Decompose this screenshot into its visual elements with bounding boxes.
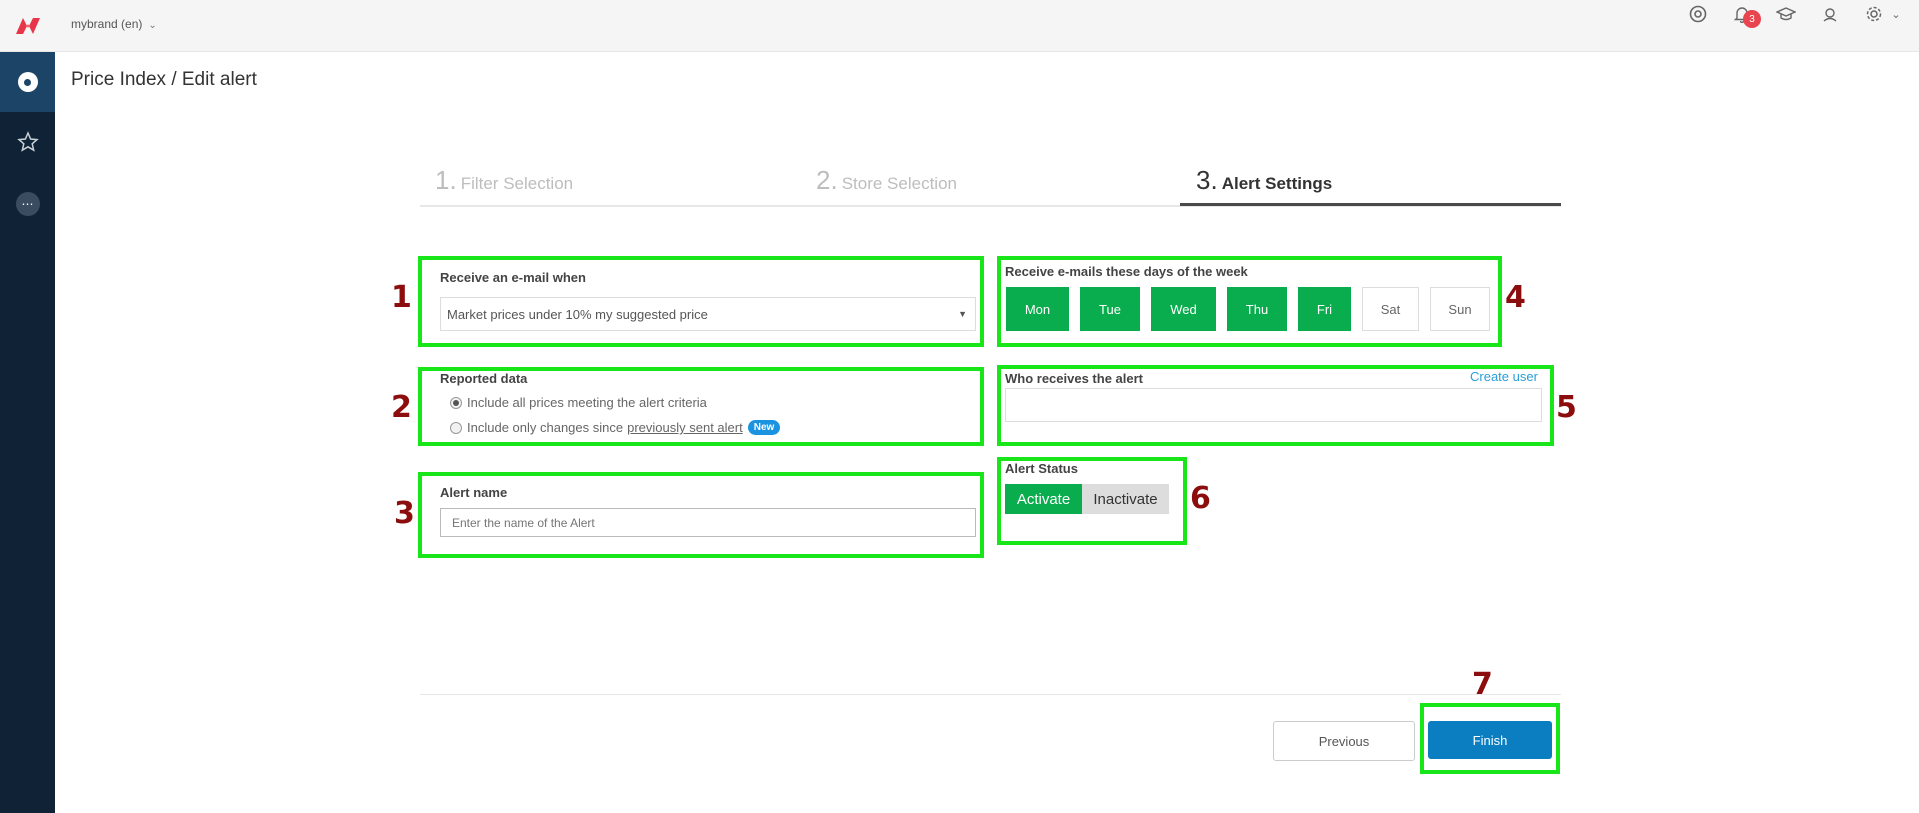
top-bar: mybrand (en) ⌄ 3 ⌄ (0, 0, 1919, 52)
dropdown-arrow-icon: ▼ (958, 309, 967, 319)
recipients-input[interactable] (1005, 388, 1542, 422)
annotation-marker-2: 2 (391, 390, 412, 425)
alert-name-label: Alert name (440, 485, 508, 500)
step-number: 2. (816, 165, 838, 195)
chrome-icon[interactable] (1684, 0, 1712, 28)
new-badge: New (747, 420, 781, 435)
finish-button[interactable]: Finish (1428, 721, 1552, 759)
email-trigger-select[interactable]: Market prices under 10% my suggested pri… (440, 297, 976, 331)
brand-logo[interactable] (14, 14, 42, 36)
more-dots-icon: ⋯ (15, 192, 40, 216)
sidebar-item-more[interactable]: ⋯ (0, 174, 55, 234)
annotation-marker-3: 3 (394, 496, 415, 531)
alert-name-input[interactable] (440, 508, 976, 537)
footer-divider (420, 694, 1561, 695)
email-trigger-value: Market prices under 10% my suggested pri… (447, 307, 708, 322)
previous-button[interactable]: Previous (1273, 721, 1415, 761)
previously-sent-alert-link[interactable]: previously sent alert (627, 420, 743, 435)
recipients-label: Who receives the alert (1005, 371, 1143, 386)
step-number: 1. (435, 165, 457, 195)
notification-badge: 3 (1743, 10, 1761, 28)
alert-status-label: Alert Status (1005, 461, 1078, 476)
days-label: Receive e-mails these days of the week (1005, 264, 1248, 279)
sidebar-item-dashboard[interactable] (0, 52, 55, 112)
day-tue-button[interactable]: Tue (1080, 287, 1140, 331)
sidebar: ⋯ (0, 52, 55, 813)
activate-button[interactable]: Activate (1005, 484, 1082, 514)
create-user-link[interactable]: Create user (1470, 369, 1538, 384)
day-thu-button[interactable]: Thu (1227, 287, 1287, 331)
target-icon (17, 72, 38, 92)
radio-include-all-label: Include all prices meeting the alert cri… (467, 395, 707, 410)
annotation-marker-6: 6 (1190, 481, 1211, 516)
sidebar-item-favorites[interactable] (0, 112, 55, 172)
support-headset-icon[interactable] (1816, 0, 1844, 28)
brand-selector[interactable]: mybrand (en) ⌄ (71, 17, 157, 31)
step-filter-selection[interactable]: 1. Filter Selection (435, 165, 573, 210)
day-mon-button[interactable]: Mon (1006, 287, 1069, 331)
radio-button-unselected[interactable] (450, 421, 462, 434)
radio-include-changes[interactable]: Include only changes since previously se… (450, 420, 781, 435)
graduation-cap-icon[interactable] (1772, 0, 1800, 28)
radio-include-all[interactable]: Include all prices meeting the alert cri… (450, 395, 707, 410)
chevron-down-icon: ⌄ (148, 20, 157, 31)
step-label: Filter Selection (460, 174, 574, 193)
star-icon (16, 131, 39, 152)
day-sat-button[interactable]: Sat (1362, 287, 1419, 331)
day-wed-button[interactable]: Wed (1151, 287, 1216, 331)
email-trigger-label: Receive an e-mail when (440, 270, 586, 285)
step-label: Store Selection (841, 174, 957, 193)
brand-selector-label: mybrand (en) (71, 17, 143, 31)
radio-button-selected[interactable] (450, 396, 462, 409)
annotation-marker-7: 7 (1472, 667, 1493, 702)
day-sun-button[interactable]: Sun (1430, 287, 1490, 331)
settings-chevron-down-icon[interactable]: ⌄ (1882, 0, 1910, 28)
step-number: 3. (1196, 165, 1218, 195)
annotation-marker-1: 1 (391, 280, 412, 315)
radio-include-changes-label: Include only changes since (467, 420, 624, 435)
active-step-underline (1180, 203, 1561, 206)
step-label: Alert Settings (1221, 174, 1333, 193)
reported-data-label: Reported data (440, 371, 528, 386)
annotation-marker-4: 4 (1505, 280, 1526, 315)
annotation-marker-5: 5 (1556, 390, 1577, 425)
step-store-selection[interactable]: 2. Store Selection (816, 165, 957, 210)
wizard-steps (420, 162, 1561, 207)
inactivate-button[interactable]: Inactivate (1082, 484, 1169, 514)
page-title: Price Index / Edit alert (71, 69, 257, 90)
day-fri-button[interactable]: Fri (1298, 287, 1351, 331)
